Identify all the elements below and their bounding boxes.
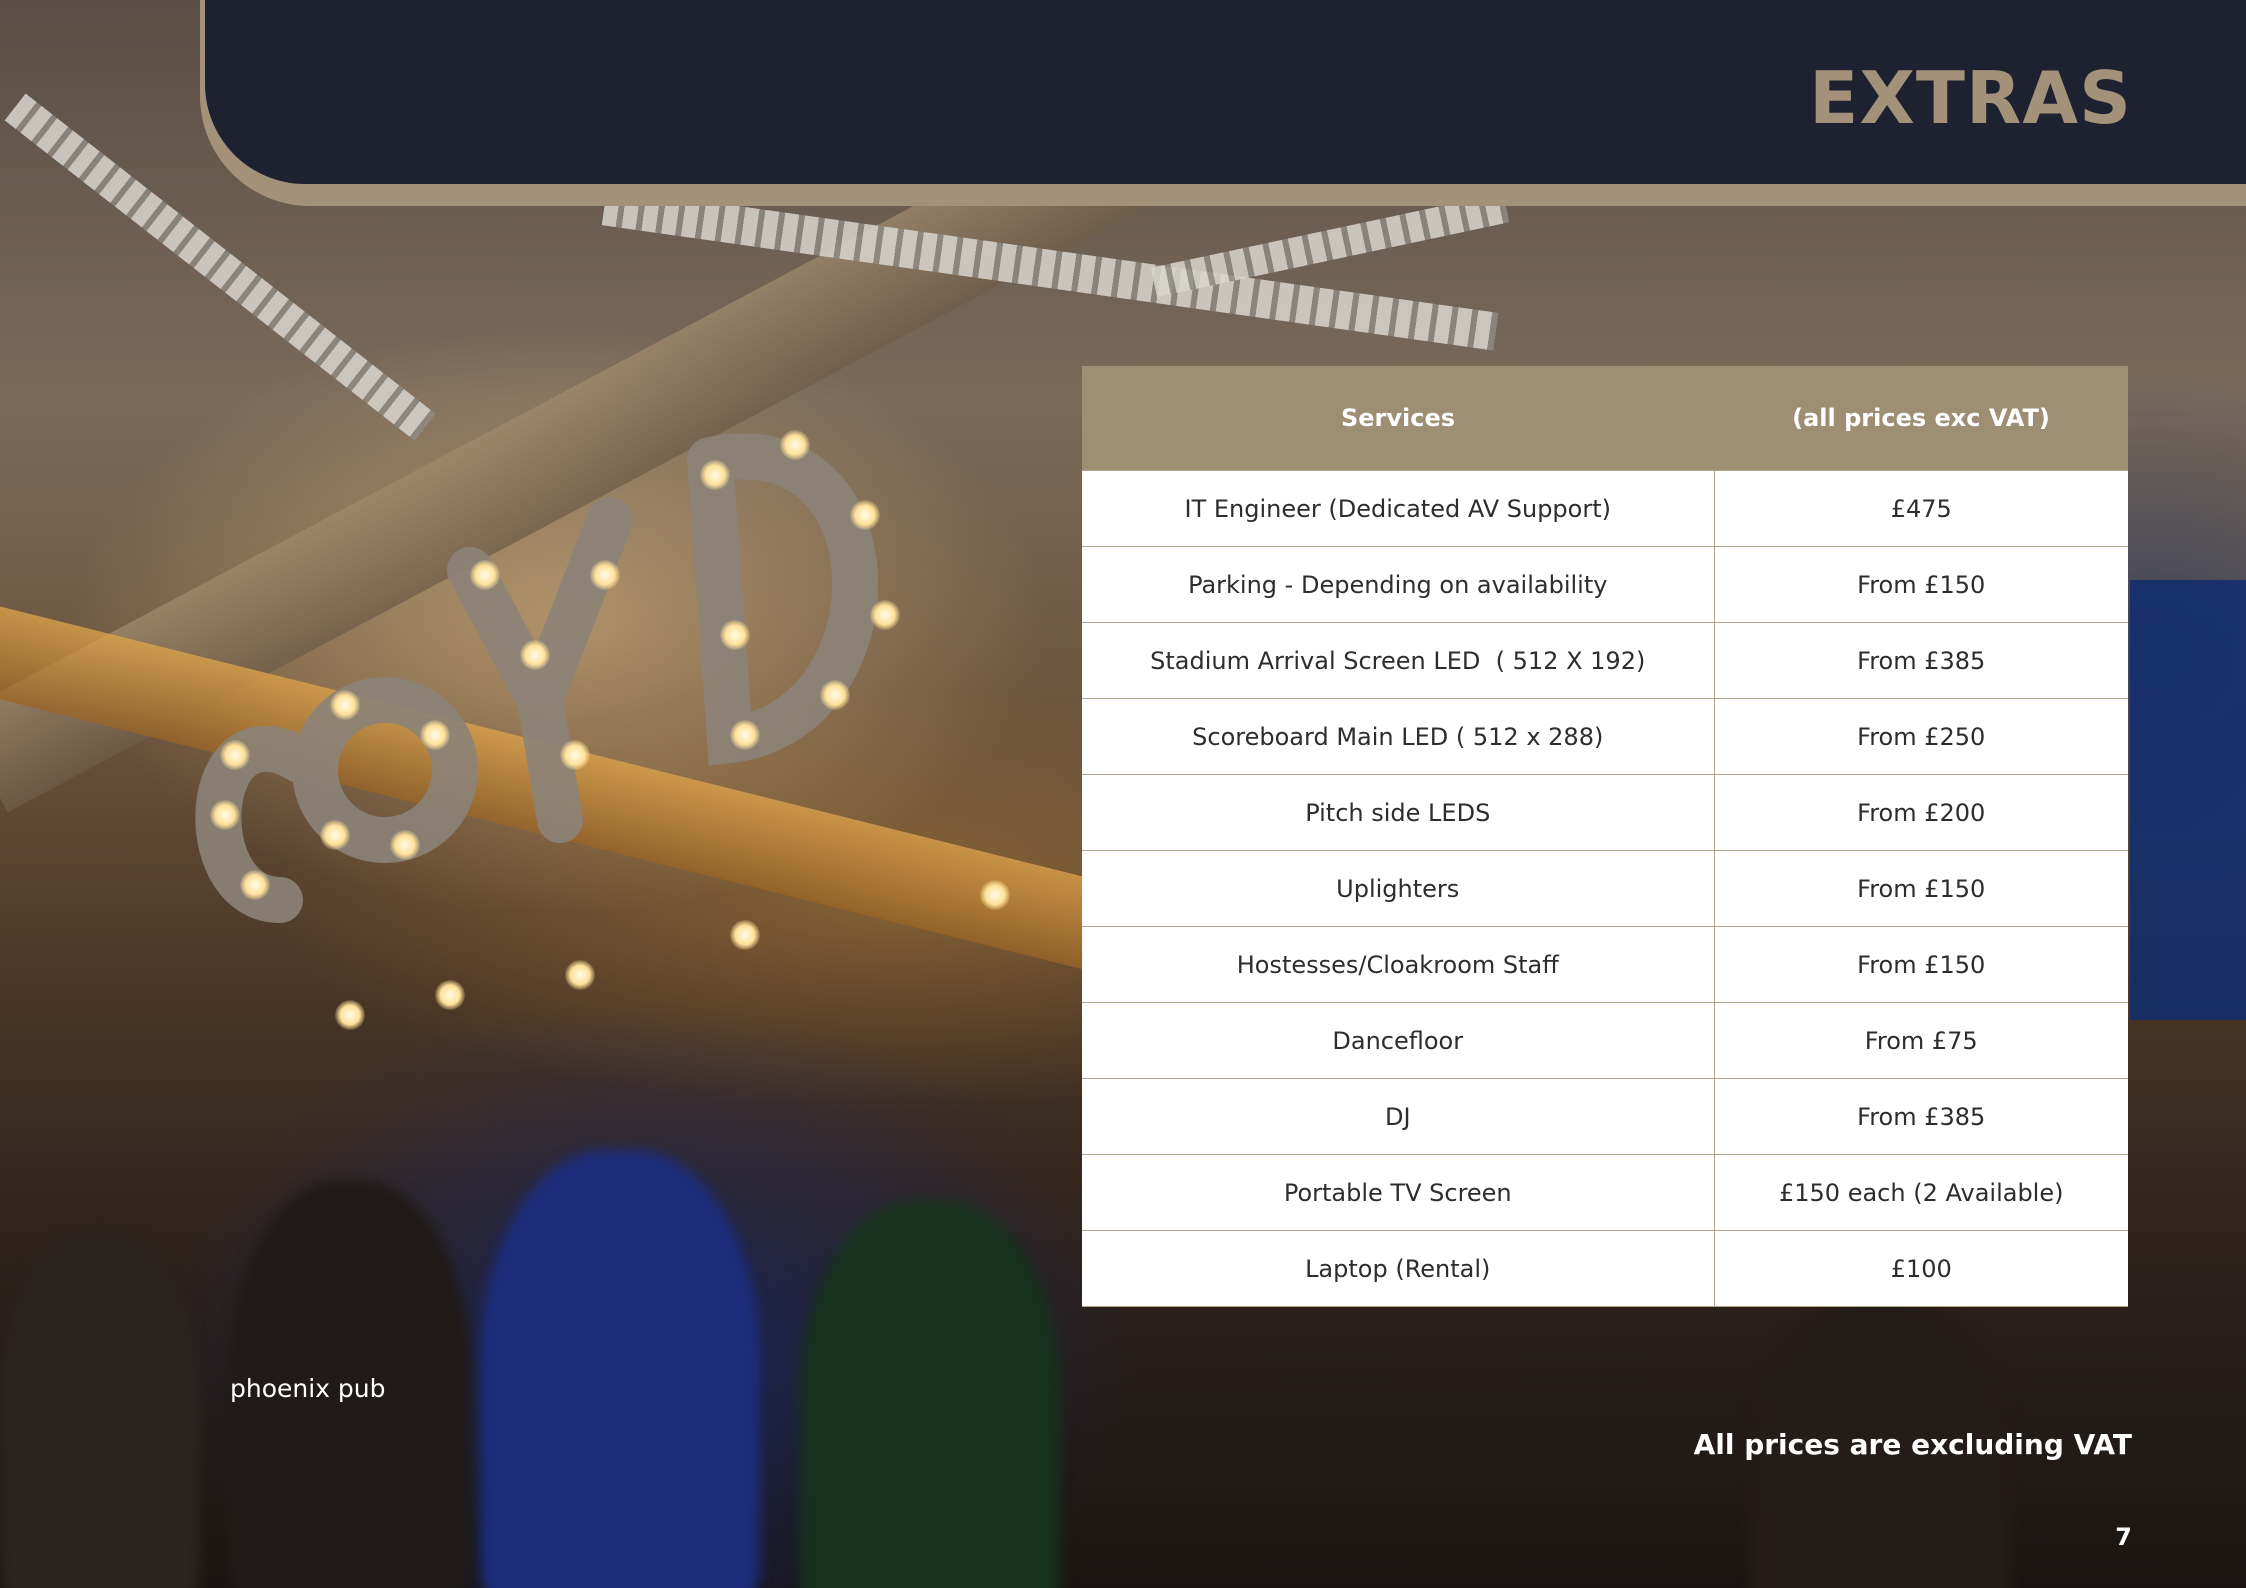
- pendant-lamp: [565, 960, 595, 990]
- vat-note: All prices are excluding VAT: [1693, 1428, 2132, 1461]
- sign-bulb: [780, 430, 810, 460]
- service-name: Portable TV Screen: [1082, 1154, 1714, 1231]
- page-number: 7: [2115, 1523, 2132, 1551]
- photo-caption: phoenix pub: [230, 1374, 386, 1403]
- sign-bulb: [520, 640, 550, 670]
- table-row: IT Engineer (Dedicated AV Support) £475: [1082, 470, 2128, 547]
- pendant-lamp: [435, 980, 465, 1010]
- service-price: £100: [1713, 1230, 2128, 1307]
- sign-bulb: [820, 680, 850, 710]
- table-row: Dancefloor From £75: [1082, 1002, 2128, 1079]
- service-price: From £385: [1713, 622, 2128, 699]
- service-name: Parking - Depending on availability: [1082, 546, 1714, 623]
- page-title: EXTRAS: [1809, 56, 2132, 140]
- service-price: From £150: [1713, 546, 2128, 623]
- service-price: From £75: [1713, 1002, 2128, 1079]
- service-name: Hostesses/Cloakroom Staff: [1082, 926, 1714, 1003]
- table-row: Scoreboard Main LED ( 512 x 288) From £2…: [1082, 698, 2128, 775]
- service-name: Laptop (Rental): [1082, 1230, 1714, 1307]
- table-row: DJ From £385: [1082, 1078, 2128, 1155]
- patron-silhouette: [0, 1230, 200, 1588]
- service-price: From £385: [1713, 1078, 2128, 1155]
- service-price: From £150: [1713, 850, 2128, 927]
- service-price: £150 each (2 Available): [1713, 1154, 2128, 1231]
- table-row: Pitch side LEDS From £200: [1082, 774, 2128, 851]
- service-name: Pitch side LEDS: [1082, 774, 1714, 851]
- pendant-lamp: [335, 1000, 365, 1030]
- patron-silhouette: [800, 1200, 1060, 1588]
- service-price: From £150: [1713, 926, 2128, 1003]
- service-name: IT Engineer (Dedicated AV Support): [1082, 470, 1714, 547]
- tv-screen: [2130, 580, 2246, 1020]
- sign-bulb: [700, 460, 730, 490]
- sign-bulb: [210, 800, 240, 830]
- table-row: Portable TV Screen £150 each (2 Availabl…: [1082, 1154, 2128, 1231]
- table-row: Parking - Depending on availability From…: [1082, 546, 2128, 623]
- service-price: From £250: [1713, 698, 2128, 775]
- service-name: DJ: [1082, 1078, 1714, 1155]
- sign-bulb: [320, 820, 350, 850]
- service-name: Scoreboard Main LED ( 512 x 288): [1082, 698, 1714, 775]
- sign-letters: [195, 433, 878, 923]
- service-price: £475: [1713, 470, 2128, 547]
- service-name: Stadium Arrival Screen LED ( 512 X 192): [1082, 622, 1714, 699]
- table-row: Laptop (Rental) £100: [1082, 1230, 2128, 1307]
- table-row: Uplighters From £150: [1082, 850, 2128, 927]
- patron-silhouette: [480, 1150, 760, 1588]
- sign-bulb: [330, 690, 360, 720]
- column-header-services: Services: [1082, 366, 1714, 471]
- extras-price-table: Services (all prices exc VAT) IT Enginee…: [1082, 366, 2128, 1307]
- sign-bulb: [560, 740, 590, 770]
- table-row: Hostesses/Cloakroom Staff From £150: [1082, 926, 2128, 1003]
- sign-bulb: [590, 560, 620, 590]
- sign-bulb: [420, 720, 450, 750]
- sign-bulb: [240, 870, 270, 900]
- pendant-lamp: [730, 920, 760, 950]
- sign-bulb: [730, 720, 760, 750]
- table-row: Stadium Arrival Screen LED ( 512 X 192) …: [1082, 622, 2128, 699]
- sign-bulb: [390, 830, 420, 860]
- sign-bulb: [220, 740, 250, 770]
- service-name: Uplighters: [1082, 850, 1714, 927]
- sign-bulb: [870, 600, 900, 630]
- service-price: From £200: [1713, 774, 2128, 851]
- pendant-lamp: [980, 880, 1010, 910]
- sign-bulb: [850, 500, 880, 530]
- column-header-price: (all prices exc VAT): [1714, 366, 2128, 471]
- sign-bulb: [720, 620, 750, 650]
- sign-bulb: [470, 560, 500, 590]
- service-name: Dancefloor: [1082, 1002, 1714, 1079]
- table-header-row: Services (all prices exc VAT): [1082, 366, 2128, 471]
